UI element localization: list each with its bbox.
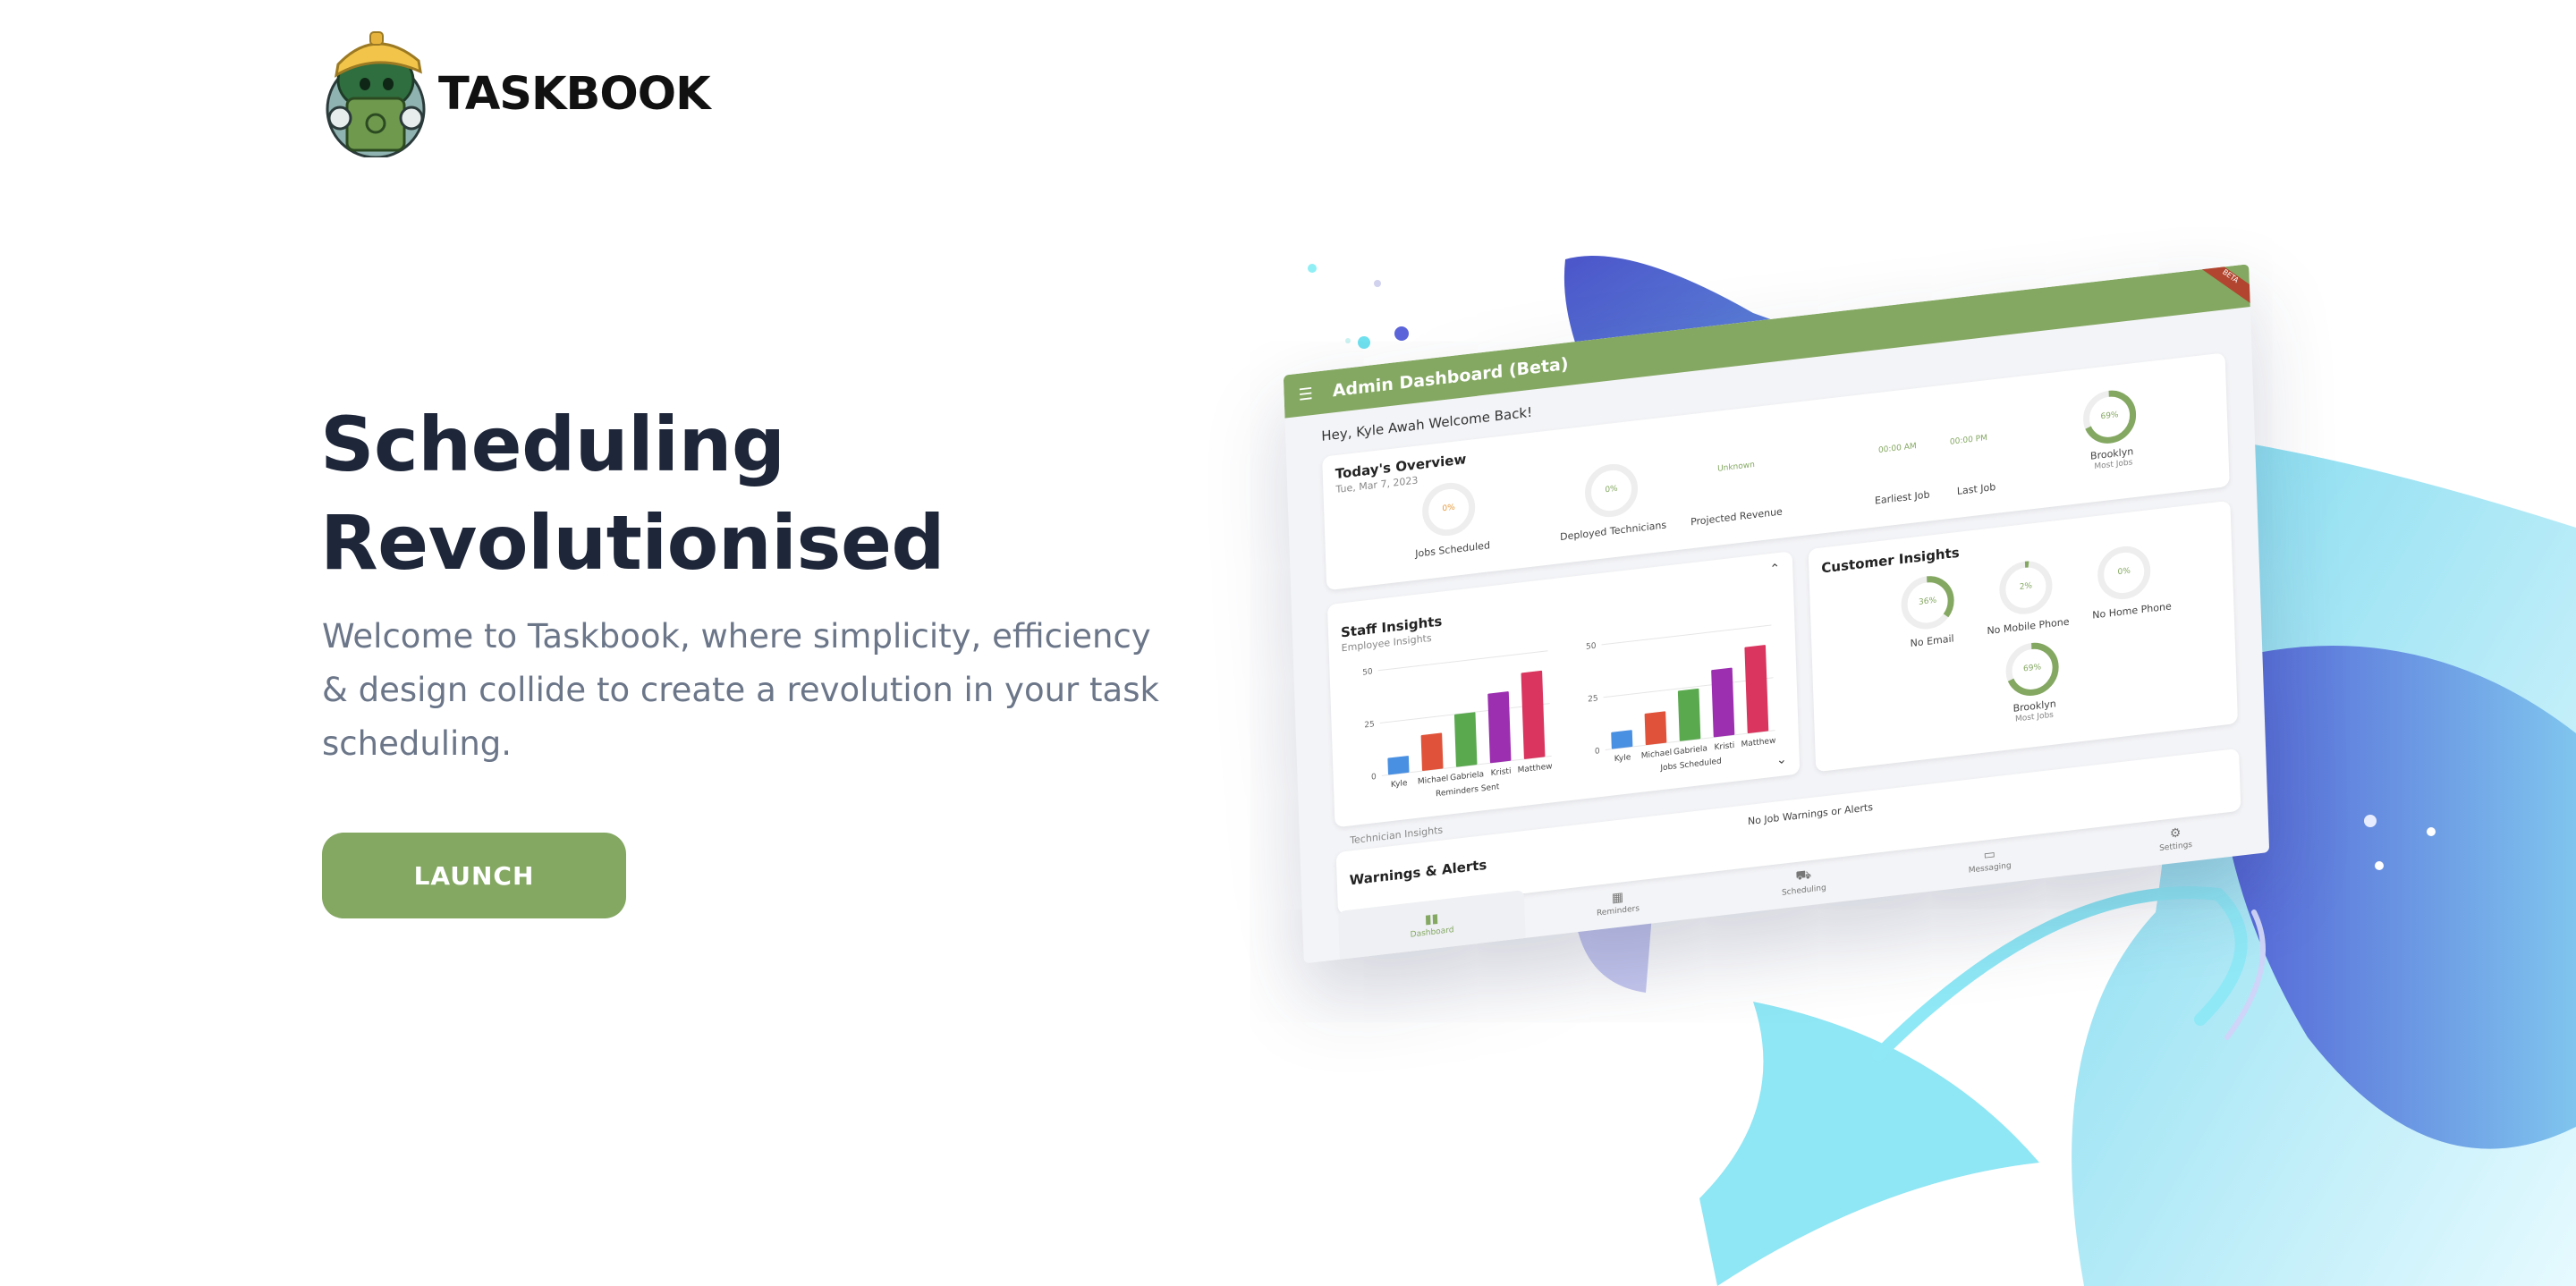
x-tick-label: Matthew xyxy=(1517,762,1552,774)
bar-matthew xyxy=(1744,645,1769,734)
x-axis-label: Jobs Scheduled xyxy=(1659,757,1722,774)
dashboard-mockup: ☰ Admin Dashboard (Beta) BETA Hey, Kyle … xyxy=(1281,191,2280,1008)
jobs-scheduled-label: Jobs Scheduled xyxy=(1415,539,1491,560)
menu-icon[interactable]: ☰ xyxy=(1298,384,1313,404)
calendar-icon: ▦ xyxy=(1611,890,1624,906)
reminders-sent-chart: 0 25 50 Kyle Michael Gabriela Kristi Matthew Rem… xyxy=(1362,650,1553,799)
gear-icon: ⚙ xyxy=(2169,825,2182,842)
earliest-job-value: 00:00 AM xyxy=(1877,442,1917,456)
projected-revenue-label: Projected Revenue xyxy=(1690,505,1784,529)
dashboard-window: ☰ Admin Dashboard (Beta) BETA Hey, Kyle … xyxy=(1283,264,2270,964)
bar-michael xyxy=(1644,711,1667,746)
nav-reminders-label: Reminders xyxy=(1596,904,1640,918)
bar-matthew xyxy=(1521,670,1546,759)
last-job-label: Last Job xyxy=(1956,480,1996,497)
taskbook-logo[interactable]: TASKBOOK xyxy=(320,25,714,157)
truck-icon: ⛟ xyxy=(1795,867,1812,884)
customer-insights-card: Customer Insights 36% No Email 2% No Mob… xyxy=(1808,500,2239,773)
x-axis-label: Reminders Sent xyxy=(1436,783,1500,799)
y-tick-label: 0 xyxy=(1371,773,1377,783)
bar-kristi xyxy=(1711,667,1735,738)
hero-title-line-2: Revolutionised xyxy=(320,499,945,587)
no-email-label: No Email xyxy=(1910,632,1954,650)
nav-messaging-label: Messaging xyxy=(1968,861,2012,876)
nav-dashboard-label: Dashboard xyxy=(1410,926,1454,940)
x-tick-label: Kyle xyxy=(1614,753,1631,764)
x-tick-label: Michael xyxy=(1641,749,1673,761)
x-tick-label: Kyle xyxy=(1391,779,1408,790)
bar-chart-icon: ▮▮ xyxy=(1424,911,1439,927)
customer-insights-title: Customer Insights xyxy=(1821,544,1960,577)
chat-icon: ▭ xyxy=(1983,847,1996,863)
collapse-chevron-icon[interactable]: ⌃ xyxy=(1769,562,1780,577)
y-tick-label: 25 xyxy=(1588,694,1598,704)
launch-button[interactable]: LAUNCH xyxy=(322,833,626,918)
bar-gabriela xyxy=(1453,712,1478,767)
deployed-technicians-label: Deployed Technicians xyxy=(1559,519,1667,544)
y-tick-label: 50 xyxy=(1586,642,1597,652)
grid-line xyxy=(1601,624,1772,646)
earliest-job-label: Earliest Job xyxy=(1874,488,1930,507)
no-mobile-label: No Mobile Phone xyxy=(1987,615,2070,638)
hero-title-line-1: Scheduling xyxy=(320,401,785,488)
y-tick-label: 25 xyxy=(1364,720,1375,730)
bar-gabriela xyxy=(1677,688,1701,741)
jobs-scheduled-chart: 0 25 50 Kyle Michael Gabriela Kristi Matthew Job… xyxy=(1586,624,1776,774)
y-tick-label: 50 xyxy=(1362,667,1373,677)
warnings-empty-message: No Job Warnings or Alerts xyxy=(1747,801,1874,828)
warnings-title: Warnings & Alerts xyxy=(1349,856,1487,889)
bar-kyle xyxy=(1611,730,1633,749)
y-tick-label: 0 xyxy=(1595,747,1600,757)
projected-revenue-value: Unknown xyxy=(1716,461,1756,474)
x-tick-label: Gabriela xyxy=(1674,744,1707,757)
x-tick-label: Matthew xyxy=(1741,737,1775,749)
nav-settings-label: Settings xyxy=(2158,840,2193,854)
x-tick-label: Michael xyxy=(1418,774,1449,787)
last-job-value: 00:00 PM xyxy=(1949,434,1988,447)
bar-kyle xyxy=(1387,756,1410,775)
logo-wordmark: TASKBOOK xyxy=(438,67,711,121)
bar-michael xyxy=(1420,732,1444,771)
no-home-label: No Home Phone xyxy=(2092,600,2172,622)
staff-insights-card: Staff Insights Employee Insights ⌃ ⌄ 0 25… xyxy=(1326,551,1801,828)
x-tick-label: Kristi xyxy=(1491,767,1512,779)
x-tick-label: Gabriela xyxy=(1450,770,1484,783)
grid-line xyxy=(1377,650,1548,672)
hero-title: Scheduling Revolutionised xyxy=(320,395,1125,592)
hero-subtitle: Welcome to Taskbook, where simplicity, e… xyxy=(322,617,1159,763)
x-tick-label: Kristi xyxy=(1714,741,1734,753)
nav-scheduling-label: Scheduling xyxy=(1781,884,1826,898)
bar-kristi xyxy=(1487,691,1512,764)
robot-mascot-icon xyxy=(326,31,426,157)
